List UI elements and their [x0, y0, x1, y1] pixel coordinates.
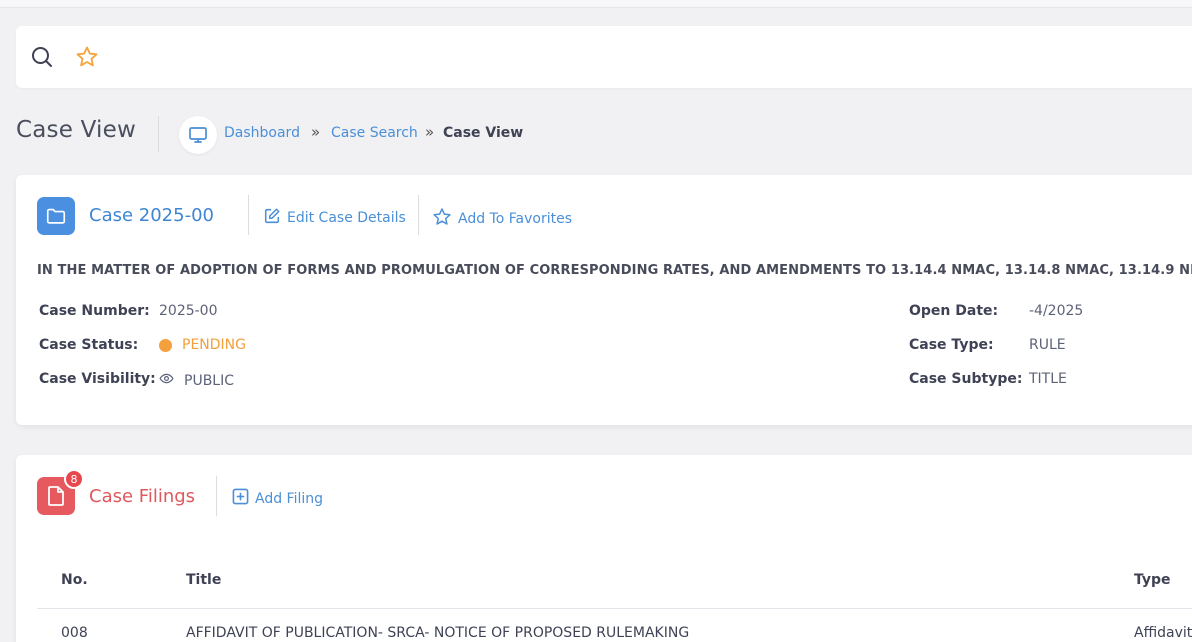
status-badge: PENDING: [182, 337, 246, 353]
case-subtype-label: Case Subtype:: [909, 371, 1023, 387]
breadcrumb-dashboard[interactable]: Dashboard: [224, 125, 300, 141]
case-status-value: PENDING: [159, 337, 246, 353]
case-filings-card: 8 Case Filings Add Filing No. Title Type…: [16, 455, 1192, 642]
header-divider: [158, 116, 159, 152]
column-header-type[interactable]: Type: [1134, 572, 1171, 588]
breadcrumb-separator: »: [425, 123, 435, 141]
case-description: IN THE MATTER OF ADOPTION OF FORMS AND P…: [37, 263, 1192, 278]
search-bar[interactable]: [16, 26, 1192, 88]
filing-title[interactable]: AFFIDAVIT OF PUBLICATION- SRCA- NOTICE O…: [186, 625, 689, 641]
breadcrumb-separator: »: [311, 123, 321, 141]
case-title: Case 2025-00: [89, 205, 225, 226]
visibility-text: PUBLIC: [184, 372, 234, 389]
page-title: Case View: [16, 117, 136, 143]
filing-type: Affidavit: [1134, 625, 1192, 641]
add-filing-label: Add Filing: [255, 490, 324, 507]
star-outline-icon: [432, 207, 452, 231]
case-visibility-label: Case Visibility:: [39, 371, 156, 387]
case-details-card: Case 2025-00 Edit Case Details Add To Fa…: [16, 175, 1192, 425]
search-icon[interactable]: [30, 45, 54, 69]
eye-icon: [159, 371, 174, 390]
filings-count-badge: 8: [64, 469, 84, 489]
breadcrumb-case-search[interactable]: Case Search: [331, 125, 418, 141]
filings-title: Case Filings: [89, 486, 196, 507]
divider: [418, 195, 419, 235]
plus-square-icon: [232, 488, 249, 509]
edit-case-label: Edit Case Details: [287, 210, 406, 226]
table-header-divider: [37, 608, 1192, 609]
edit-case-button[interactable]: Edit Case Details: [263, 207, 406, 229]
star-icon[interactable]: [75, 45, 99, 69]
case-visibility-value: PUBLIC: [159, 371, 234, 390]
case-type-value: RULE: [1029, 337, 1066, 353]
case-number-label: Case Number:: [39, 303, 150, 319]
edit-icon: [263, 207, 281, 229]
case-number-value: 2025-00: [159, 303, 218, 319]
case-subtype-value: TITLE: [1029, 371, 1067, 387]
add-filing-button[interactable]: Add Filing: [232, 488, 323, 509]
filing-number: 008: [61, 625, 88, 641]
case-status-label: Case Status:: [39, 337, 139, 353]
folder-icon: [37, 197, 75, 235]
open-date-label: Open Date:: [909, 303, 999, 319]
column-header-title[interactable]: Title: [186, 572, 221, 588]
open-date-value: -4/2025: [1029, 303, 1084, 319]
divider: [216, 476, 217, 516]
divider: [248, 195, 249, 235]
add-favorites-button[interactable]: Add To Favorites: [432, 207, 572, 231]
monitor-icon[interactable]: [179, 116, 217, 154]
breadcrumb-current: Case View: [443, 125, 524, 141]
column-header-no[interactable]: No.: [61, 572, 88, 588]
top-border: [0, 0, 1192, 8]
case-type-label: Case Type:: [909, 337, 994, 353]
status-dot-icon: [159, 338, 172, 352]
add-favorites-label: Add To Favorites: [458, 211, 572, 227]
